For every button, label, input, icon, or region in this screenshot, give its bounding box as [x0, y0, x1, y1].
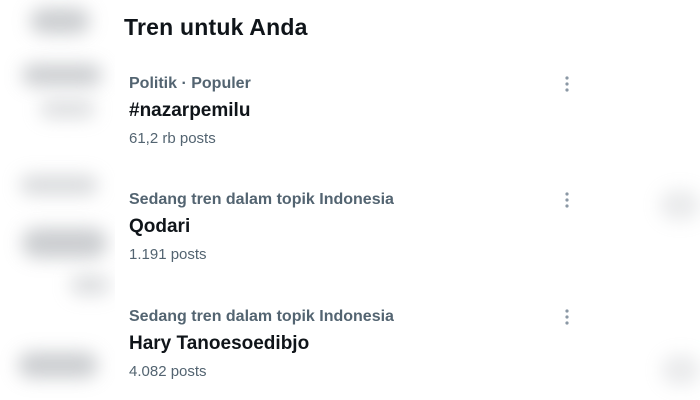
- trend-name: Qodari: [129, 216, 191, 237]
- more-options-button[interactable]: [556, 187, 578, 213]
- more-dots-icon: [565, 192, 569, 208]
- trend-context: Sedang tren dalam topik Indonesia: [129, 308, 394, 325]
- trend-post-count: 1.191 posts: [129, 246, 207, 263]
- trend-item[interactable]: Politik · Populer #nazarpemilu 61,2 rb p…: [108, 75, 598, 185]
- blurred-background-right: [640, 0, 700, 400]
- trend-context: Politik · Populer: [129, 75, 251, 92]
- more-options-button[interactable]: [556, 304, 578, 330]
- panel-title: Tren untuk Anda: [124, 14, 308, 40]
- more-options-button[interactable]: [556, 71, 578, 97]
- trend-item[interactable]: Sedang tren dalam topik Indonesia Hary T…: [108, 308, 598, 400]
- blurred-background-feed: [0, 0, 115, 400]
- trends-panel: Tren untuk Anda Politik · Populer #nazar…: [108, 0, 598, 400]
- trend-post-count: 4.082 posts: [129, 363, 207, 380]
- trend-post-count: 61,2 rb posts: [129, 130, 216, 147]
- more-dots-icon: [565, 309, 569, 325]
- trend-name: #nazarpemilu: [129, 100, 251, 121]
- trend-context: Sedang tren dalam topik Indonesia: [129, 191, 394, 208]
- trend-name: Hary Tanoesoedibjo: [129, 333, 310, 354]
- trend-item[interactable]: Sedang tren dalam topik Indonesia Qodari…: [108, 191, 598, 301]
- app-window: Tren untuk Anda Politik · Populer #nazar…: [0, 0, 700, 400]
- more-dots-icon: [565, 76, 569, 92]
